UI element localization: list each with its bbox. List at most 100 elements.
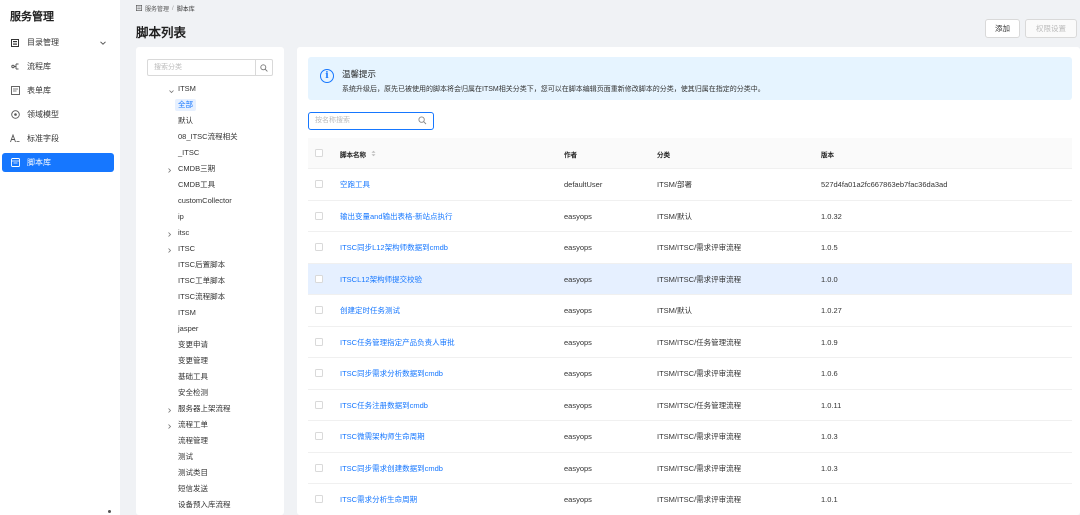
tree-node[interactable]: 变更申请 [178,339,208,351]
tree-node[interactable]: 全部 [175,99,196,111]
tree-node[interactable]: 短信发送 [178,483,208,495]
standard-field-icon [10,134,20,144]
row-checkbox[interactable] [315,337,323,346]
tree-node[interactable]: customCollector [178,195,232,207]
nav-item-script[interactable]: 脚本库 [2,153,114,172]
row-checkbox[interactable] [315,180,323,188]
nav-item-label: 领域模型 [27,110,59,119]
nav-item-catalog[interactable]: 目录管理 [2,33,114,52]
tree-node[interactable]: 流程工单 [178,419,208,431]
table-row[interactable]: 输出变量and输出表格-新站点执行 easyops ITSM/默认 1.0.32 [308,201,1072,232]
search-icon[interactable] [418,116,428,126]
add-button[interactable]: 添加 [985,19,1020,38]
nav-item-standard-field[interactable]: 标准字段 [2,129,114,148]
tree-node-root[interactable]: ITSM [178,83,196,95]
tree-node[interactable]: ITSC工单脚本 [178,275,225,287]
tree-node[interactable]: 设备预入库流程 [178,499,231,511]
version-cell: 1.0.1 [821,495,838,504]
tree-node[interactable]: 默认 [178,115,193,127]
row-checkbox[interactable] [315,432,323,440]
tree-node[interactable]: 基础工具 [178,371,208,383]
tree-caret-right-icon[interactable] [167,230,172,237]
table-row[interactable]: ITSC同步需求分析数据到cmdb easyops ITSM/ITSC/需求评审流程… [308,358,1072,390]
script-name-link[interactable]: ITSC任务管理指定产品负责人审批 [340,327,455,358]
script-name-link[interactable]: ITSCL12架构师提交校验 [340,264,422,295]
side-nav: 服务管理 目录管理 流程库 表单库 领域模型 标准字段 脚本库 [0,0,120,515]
tree-caret-right-icon[interactable] [167,246,172,253]
tree-node[interactable]: CMDB工具 [178,179,215,191]
tree-node[interactable]: CMDB三期 [178,163,215,175]
tree-node[interactable]: ITSC [178,243,195,255]
name-search-input[interactable] [309,113,413,128]
row-checkbox[interactable] [315,463,323,472]
nav-item-domain-model[interactable]: 领域模型 [2,105,114,124]
row-checkbox[interactable] [315,274,323,283]
row-checkbox[interactable] [315,495,323,503]
table-row[interactable]: ITSC微需架构师生命周期 easyops ITSM/ITSC/需求评审流程 1.0.… [308,421,1072,453]
author-cell: easyops [564,211,592,221]
tree-node[interactable]: 08_ITSC流程相关 [178,131,238,143]
script-name-link[interactable]: ITSC微需架构师生命周期 [340,421,425,452]
table-row[interactable]: ITSCL12架构师提交校验 easyops ITSM/ITSC/需求评审流程 1.0… [308,263,1072,295]
table-row[interactable]: ITSC需求分析生命周期 easyops ITSM/ITSC/需求评审流程 1.0.1 [308,484,1072,515]
permission-settings-button[interactable]: 权限设置 [1025,19,1077,38]
header-version: 版本 [821,151,834,159]
nav-item-form[interactable]: 表单库 [2,81,114,100]
script-name-link[interactable]: 创建定时任务测试 [340,295,400,326]
header-name[interactable]: 脚本名称 [340,138,376,169]
version-cell: 1.0.0 [821,274,838,284]
row-checkbox[interactable] [315,211,323,220]
tree-node[interactable]: jasper [178,323,198,335]
tree-node[interactable]: ITSM [178,307,196,319]
category-cell: ITSM/ITSC/需求评审流程 [657,274,742,284]
tree-node[interactable]: 流程管理 [178,435,208,447]
tree-node[interactable]: itsc [178,227,189,239]
script-name-link[interactable]: ITSC同步需求创建数据到cmdb [340,453,443,484]
tree-node[interactable]: ITSC流程脚本 [178,291,225,303]
tree-caret-right-icon[interactable] [167,166,172,173]
tree-node[interactable]: ip [178,211,184,223]
author-cell: easyops [564,243,592,252]
script-name-link[interactable]: 输出变量and输出表格-新站点执行 [340,201,453,232]
author-cell: easyops [564,463,592,473]
table-row[interactable]: ITSC任务管理指定产品负责人审批 easyops ITSM/ITSC/任务管理流程… [308,327,1072,358]
row-checkbox[interactable] [315,306,323,314]
category-cell: ITSM/ITSC/任务管理流程 [657,337,742,347]
chevron-down-icon[interactable] [100,39,106,45]
author-cell: easyops [564,495,592,504]
tree-node[interactable]: 服务器上架流程 [178,403,231,415]
tree-node[interactable]: 测试类目 [178,467,208,479]
search-icon[interactable] [255,60,272,75]
tree-caret-down-icon[interactable] [169,87,174,94]
row-checkbox[interactable] [315,400,323,409]
table-row[interactable]: ITSC同步L12架构师数据到cmdb easyops ITSM/ITSC/需求评审… [308,232,1072,264]
select-all-checkbox[interactable] [315,149,323,157]
script-name-link[interactable]: ITSC同步L12架构师数据到cmdb [340,232,448,263]
script-name-link[interactable]: 空跑工具 [340,169,370,200]
row-checkbox[interactable] [315,369,323,377]
page-title: 脚本列表 [136,26,187,40]
table-row[interactable]: 创建定时任务测试 easyops ITSM/默认 1.0.27 [308,295,1072,327]
nav-item-flow[interactable]: 流程库 [2,57,114,76]
tree-node[interactable]: 测试 [178,451,193,463]
category-cell: ITSM/ITSC/需求评审流程 [657,432,742,441]
row-checkbox[interactable] [315,243,323,251]
tree-caret-right-icon[interactable] [167,422,172,429]
nav-item-label: 表单库 [27,86,51,95]
breadcrumb: 服务管理 / 脚本库 [135,4,195,13]
tree-node[interactable]: ITSC后置脚本 [178,259,225,271]
script-name-link[interactable]: ITSC同步需求分析数据到cmdb [340,358,443,389]
sort-icon[interactable] [371,150,376,157]
breadcrumb-item[interactable]: 服务管理 [145,4,169,13]
table-row[interactable]: ITSC任务注册数据到cmdb easyops ITSM/ITSC/任务管理流程 1.… [308,390,1072,421]
tree-node[interactable]: 变更管理 [178,355,208,367]
script-name-link[interactable]: ITSC需求分析生命周期 [340,484,417,515]
tree-node[interactable]: 安全检测 [178,387,208,399]
category-search-input[interactable] [148,60,256,75]
table-row[interactable]: ITSC同步需求创建数据到cmdb easyops ITSM/ITSC/需求评审流程… [308,453,1072,484]
tree-caret-right-icon[interactable] [167,406,172,413]
script-name-link[interactable]: ITSC任务注册数据到cmdb [340,390,428,421]
table-row[interactable]: 空跑工具 defaultUser ITSM/部署 527d4fa01a2fc66786… [308,169,1072,201]
category-cell: ITSM/默认 [657,306,692,315]
tree-node[interactable]: _ITSC [178,147,199,159]
